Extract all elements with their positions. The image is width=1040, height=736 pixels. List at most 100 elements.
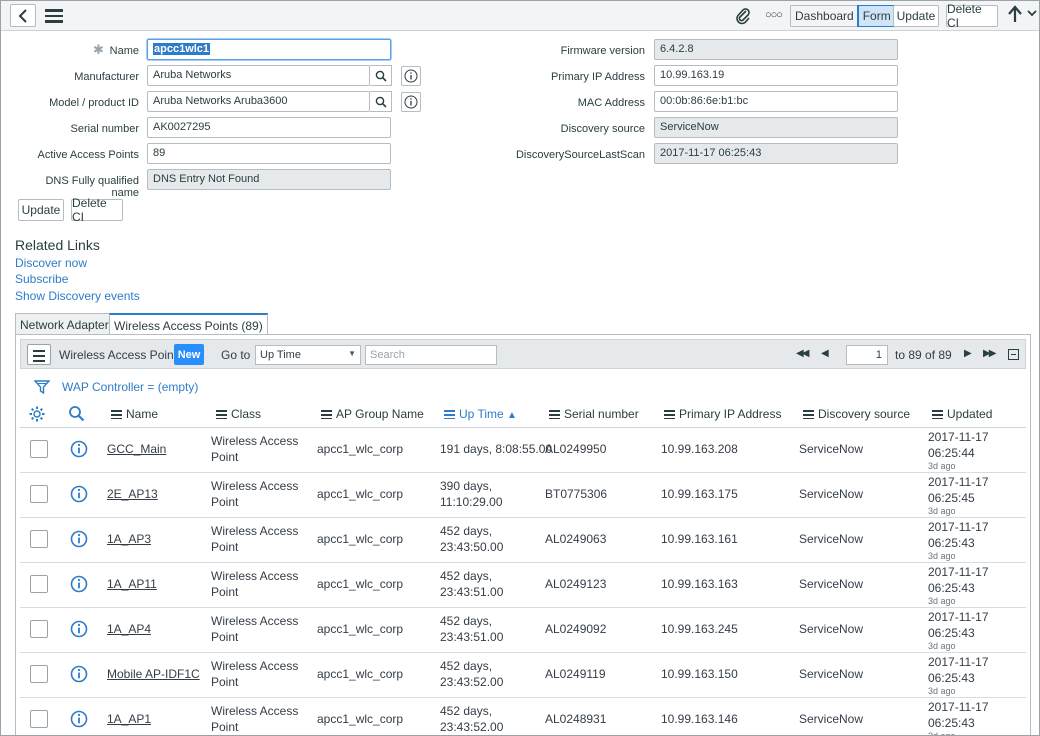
model-field[interactable]: Aruba Networks Aruba3600 bbox=[147, 91, 370, 112]
form-update-button[interactable]: Update bbox=[18, 199, 64, 221]
row-info-icon[interactable] bbox=[70, 530, 88, 551]
row-serial: AL0249950 bbox=[545, 442, 607, 456]
row-serial: AL0248931 bbox=[545, 712, 607, 726]
new-button[interactable]: New bbox=[174, 344, 204, 365]
paperclip-icon[interactable] bbox=[735, 7, 751, 28]
chevron-down-icon[interactable] bbox=[1027, 7, 1037, 21]
row-up-time: 452 days, 23:43:51.00 bbox=[440, 614, 504, 644]
row-class: Wireless Access Point bbox=[211, 434, 299, 464]
column-header-ap-group[interactable]: AP Group Name bbox=[321, 407, 424, 421]
row-info-icon[interactable] bbox=[70, 440, 88, 461]
info-icon bbox=[404, 95, 418, 109]
primary-ip-field[interactable]: 10.99.163.19 bbox=[654, 65, 898, 86]
row-info-icon[interactable] bbox=[70, 710, 88, 731]
row-primary-ip: 10.99.163.175 bbox=[661, 487, 738, 501]
more-options-icon[interactable]: ○○○ bbox=[765, 9, 783, 21]
row-info-icon[interactable] bbox=[70, 665, 88, 686]
info-icon bbox=[404, 69, 418, 83]
column-header-serial[interactable]: Serial number bbox=[549, 407, 639, 421]
next-page-icon[interactable]: ▶ bbox=[964, 348, 972, 359]
form-view-button[interactable]: Form bbox=[856, 5, 896, 27]
row-name-link[interactable]: GCC_Main bbox=[107, 441, 166, 457]
model-lookup-button[interactable] bbox=[370, 91, 392, 112]
name-field[interactable]: apcc1wlc1 bbox=[147, 39, 391, 60]
show-discovery-events-link[interactable]: Show Discovery events bbox=[15, 289, 140, 303]
back-button[interactable] bbox=[10, 4, 36, 27]
row-checkbox[interactable] bbox=[30, 485, 48, 503]
arrow-up-icon[interactable] bbox=[1007, 5, 1023, 28]
row-name-link[interactable]: 2E_AP13 bbox=[107, 486, 158, 502]
tab-wireless-access-points[interactable]: Wireless Access Points (89) bbox=[109, 313, 268, 335]
row-checkbox[interactable] bbox=[30, 440, 48, 458]
row-checkbox[interactable] bbox=[30, 665, 48, 683]
row-ap-group: apcc1_wlc_corp bbox=[317, 577, 404, 591]
dashboard-view-button[interactable]: Dashboard bbox=[791, 6, 858, 26]
row-name-link[interactable]: Mobile AP-IDF1C bbox=[107, 666, 200, 682]
discovery-source-field: ServiceNow bbox=[654, 117, 898, 138]
row-info-icon[interactable] bbox=[70, 620, 88, 641]
filter-breadcrumb[interactable]: WAP Controller = (empty) bbox=[62, 380, 198, 394]
sort-ascending-icon: ▲ bbox=[507, 410, 517, 421]
column-header-primary-ip[interactable]: Primary IP Address bbox=[664, 407, 781, 421]
row-checkbox[interactable] bbox=[30, 575, 48, 593]
row-name-link[interactable]: 1A_AP4 bbox=[107, 621, 151, 637]
form-delete-button[interactable]: Delete CI bbox=[71, 196, 123, 224]
column-header-updated[interactable]: Updated bbox=[932, 407, 992, 421]
row-checkbox[interactable] bbox=[30, 620, 48, 638]
firmware-label: Firmware version bbox=[560, 45, 645, 57]
row-updated: 2017-11-17 06:25:43 3d ago bbox=[928, 520, 989, 561]
manufacturer-field[interactable]: Aruba Networks bbox=[147, 65, 370, 86]
row-serial: AL0249123 bbox=[545, 577, 607, 591]
manufacturer-info-button[interactable] bbox=[401, 66, 421, 86]
header-update-button[interactable]: Update bbox=[893, 5, 939, 27]
list-search-input[interactable]: Search bbox=[365, 345, 497, 365]
table-row: 1A_AP4 Wireless Access Point apcc1_wlc_corp… bbox=[20, 608, 1026, 653]
mac-label: MAC Address bbox=[577, 97, 645, 109]
row-ap-group: apcc1_wlc_corp bbox=[317, 442, 404, 456]
form-header: ○○○ Dashboard Form Update Delete CI bbox=[1, 1, 1039, 31]
mac-field[interactable]: 00:0b:86:6e:b1:bc bbox=[654, 91, 898, 112]
row-serial: AL0249063 bbox=[545, 532, 607, 546]
column-header-name[interactable]: Name bbox=[111, 407, 158, 421]
hamburger-icon[interactable] bbox=[45, 9, 63, 23]
row-serial: AL0249092 bbox=[545, 622, 607, 636]
model-info-button[interactable] bbox=[401, 92, 421, 112]
row-name-link[interactable]: 1A_AP1 bbox=[107, 711, 151, 727]
row-updated: 2017-11-17 06:25:45 3d ago bbox=[928, 475, 989, 516]
column-header-discovery-source[interactable]: Discovery source bbox=[803, 407, 910, 421]
manufacturer-lookup-button[interactable] bbox=[370, 65, 392, 86]
row-discovery-source: ServiceNow bbox=[799, 577, 864, 591]
firmware-field: 6.4.2.8 bbox=[654, 39, 898, 60]
collapse-list-icon[interactable] bbox=[1008, 349, 1019, 360]
column-header-up-time[interactable]: Up Time ▲ bbox=[444, 407, 517, 421]
page-input[interactable]: 1 bbox=[846, 345, 888, 365]
row-name-link[interactable]: 1A_AP11 bbox=[107, 576, 157, 592]
row-info-icon[interactable] bbox=[70, 575, 88, 596]
tab-network-adapters[interactable]: Network Adapters bbox=[15, 313, 120, 335]
row-class: Wireless Access Point bbox=[211, 524, 299, 554]
column-search-icon[interactable] bbox=[68, 405, 85, 425]
discover-now-link[interactable]: Discover now bbox=[15, 256, 87, 270]
column-header-class[interactable]: Class bbox=[216, 407, 261, 421]
row-name-link[interactable]: 1A_AP3 bbox=[107, 531, 151, 547]
serial-number-field[interactable]: AK0027295 bbox=[147, 117, 391, 138]
active-access-points-field[interactable]: 89 bbox=[147, 143, 391, 164]
subscribe-link[interactable]: Subscribe bbox=[15, 272, 68, 286]
gear-icon[interactable] bbox=[28, 405, 46, 426]
row-info-icon[interactable] bbox=[70, 485, 88, 506]
header-delete-button[interactable]: Delete CI bbox=[946, 2, 998, 30]
row-checkbox[interactable] bbox=[30, 710, 48, 728]
row-up-time: 452 days, 23:43:52.00 bbox=[440, 704, 504, 734]
manufacturer-label: Manufacturer bbox=[74, 71, 139, 83]
row-discovery-source: ServiceNow bbox=[799, 622, 864, 636]
last-page-icon[interactable]: ▶▶ bbox=[983, 348, 996, 359]
row-discovery-source: ServiceNow bbox=[799, 667, 864, 681]
list-menu-icon[interactable] bbox=[27, 344, 51, 365]
goto-select[interactable]: Up Time ▼ bbox=[255, 345, 361, 365]
first-page-icon[interactable]: ◀◀ bbox=[796, 348, 809, 359]
row-class: Wireless Access Point bbox=[211, 479, 299, 509]
table-row: 1A_AP11 Wireless Access Point apcc1_wlc_cor… bbox=[20, 563, 1026, 608]
prev-page-icon[interactable]: ◀ bbox=[821, 348, 829, 359]
row-checkbox[interactable] bbox=[30, 530, 48, 548]
funnel-icon[interactable] bbox=[33, 379, 51, 398]
